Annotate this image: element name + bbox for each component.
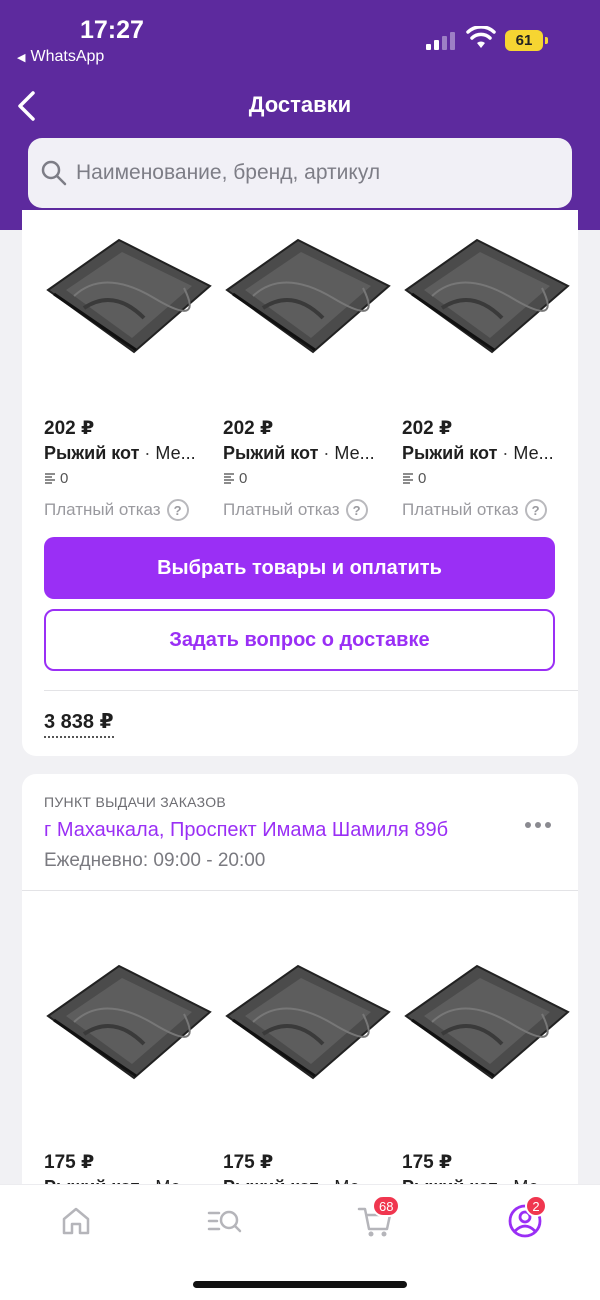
product-price: 175 ₽ [402, 1152, 453, 1173]
product-image [404, 238, 570, 354]
stock-count: 0 [239, 470, 248, 487]
question-icon[interactable]: ? [524, 499, 547, 521]
product-price: 175 ₽ [44, 1152, 95, 1173]
ask-question-button[interactable]: Задать вопрос о доставке [44, 609, 555, 671]
paid-refusal-label: Платный отказ [223, 500, 340, 519]
cart-badge: 68 [372, 1195, 401, 1217]
header: 17:27 ◀ WhatsApp 61 Доставки Наименовани… [0, 0, 600, 230]
profile-badge: 2 [525, 1195, 547, 1217]
product-price: 175 ₽ [223, 1152, 274, 1173]
paid-refusal-label: Платный отказ [44, 500, 161, 519]
stock-icon [403, 472, 413, 484]
wifi-icon [466, 26, 496, 48]
product-separator: · [139, 443, 156, 463]
product-price: 202 ₽ [223, 418, 274, 439]
product-name: Рыжий кот · Ме... [44, 443, 204, 464]
product-card[interactable]: 202 ₽ Рыжий кот · Ме... 0 Платный отказ … [402, 210, 572, 530]
product-separator: · [497, 443, 514, 463]
product-separator: · [318, 443, 335, 463]
search-icon [41, 160, 67, 186]
stock-icon [45, 472, 55, 484]
stock-icon [224, 472, 234, 484]
stock-count: 0 [60, 470, 69, 487]
battery-indicator: 61 [505, 30, 543, 51]
product-name: Рыжий кот · Ме... [402, 443, 562, 464]
stock-info: 0 [223, 470, 247, 487]
product-image [225, 964, 391, 1080]
paid-refusal: Платный отказ ? [402, 499, 547, 521]
signal-icon [426, 30, 455, 50]
product-card[interactable]: 202 ₽ Рыжий кот · Ме... 0 Платный отказ … [44, 210, 214, 530]
battery-nub [545, 37, 548, 44]
product-image [404, 964, 570, 1080]
back-app-label: WhatsApp [30, 48, 105, 65]
pickup-hours: Ежедневно: 09:00 - 20:00 [44, 850, 266, 871]
home-icon[interactable] [56, 1201, 96, 1241]
product-price: 202 ₽ [44, 418, 95, 439]
product-card[interactable]: 175 ₽ Рыжий кот · Ме... [402, 904, 572, 1204]
delivery-card: 202 ₽ Рыжий кот · Ме... 0 Платный отказ … [22, 210, 578, 756]
search-input[interactable]: Наименование, бренд, артикул [28, 138, 572, 208]
divider [22, 890, 578, 891]
back-triangle-icon: ◀ [17, 51, 26, 64]
select-and-pay-button[interactable]: Выбрать товары и оплатить [44, 537, 555, 599]
paid-refusal: Платный отказ ? [223, 499, 368, 521]
product-brand: Рыжий кот [402, 443, 498, 463]
stock-info: 0 [44, 470, 68, 487]
home-indicator [193, 1281, 407, 1288]
product-image [46, 238, 212, 354]
more-icon[interactable] [525, 822, 551, 828]
stock-count: 0 [418, 470, 427, 487]
catalog-search-icon[interactable] [205, 1201, 245, 1241]
product-card[interactable]: 202 ₽ Рыжий кот · Ме... 0 Платный отказ … [223, 210, 393, 530]
product-title: Ме... [155, 443, 196, 463]
product-name: Рыжий кот · Ме... [223, 443, 383, 464]
product-brand: Рыжий кот [223, 443, 319, 463]
divider [44, 690, 578, 691]
question-icon[interactable]: ? [166, 499, 189, 521]
back-to-app[interactable]: ◀ WhatsApp [17, 48, 104, 66]
product-brand: Рыжий кот [44, 443, 140, 463]
delivery-total[interactable]: 3 838 ₽ [44, 709, 114, 738]
pickup-address[interactable]: г Махачкала, Проспект Имама Шамиля 89б [44, 819, 448, 842]
status-time: 17:27 [80, 16, 144, 44]
product-title: Ме... [334, 443, 375, 463]
paid-refusal: Платный отказ ? [44, 499, 189, 521]
product-image [46, 964, 212, 1080]
product-price: 202 ₽ [402, 418, 453, 439]
page-title: Доставки [248, 92, 352, 117]
pickup-label: ПУНКТ ВЫДАЧИ ЗАКАЗОВ [44, 794, 227, 810]
product-title: Ме... [513, 443, 554, 463]
stock-info: 0 [402, 470, 426, 487]
search-placeholder: Наименование, бренд, артикул [76, 161, 381, 184]
product-card[interactable]: 175 ₽ Рыжий кот · Ме... [44, 904, 214, 1204]
question-icon[interactable]: ? [345, 499, 368, 521]
product-image [225, 238, 391, 354]
product-card[interactable]: 175 ₽ Рыжий кот · Ме... [223, 904, 393, 1204]
paid-refusal-label: Платный отказ [402, 500, 519, 519]
